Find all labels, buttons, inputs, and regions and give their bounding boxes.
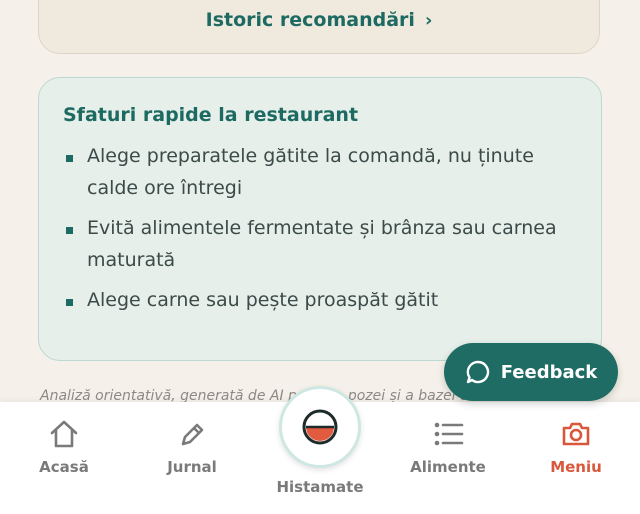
nav-item-home[interactable]: Acasă	[14, 418, 114, 476]
nav-label-journal: Jurnal	[167, 458, 217, 476]
nav-item-journal[interactable]: Jurnal	[142, 418, 242, 476]
bullet-icon	[66, 227, 73, 234]
bullet-icon	[66, 155, 73, 162]
nav-label-histamate: Histamate	[276, 478, 364, 496]
tip-text-line1: Alege carne sau pește proaspăt gătit	[87, 289, 439, 311]
list-item: Evită alimentele fermentate și brânza sa…	[63, 212, 577, 276]
nav-item-menu[interactable]: Meniu	[526, 418, 626, 476]
list-item: Alege carne sau pește proaspăt gătit	[63, 284, 577, 316]
bullet-icon	[66, 299, 73, 306]
nav-label-menu: Meniu	[550, 458, 602, 476]
chevron-right-icon: ›	[424, 9, 433, 31]
home-icon	[50, 420, 78, 448]
camera-icon	[562, 422, 590, 446]
history-card[interactable]: Istoric recomandări ›	[38, 0, 600, 54]
chat-bubble-icon	[466, 360, 489, 384]
nav-label-home: Acasă	[39, 458, 89, 476]
feedback-label: Feedback	[500, 361, 598, 383]
tip-text-line2: maturată	[87, 249, 176, 271]
history-label: Istoric recomandări	[205, 9, 415, 31]
nav-label-foods: Alimente	[410, 458, 486, 476]
tips-list: Alege preparatele gătite la comandă, nu …	[63, 140, 577, 316]
nav-item-foods[interactable]: Alimente	[398, 418, 498, 476]
feedback-button[interactable]: Feedback	[444, 343, 618, 401]
history-link[interactable]: Istoric recomandări ›	[206, 9, 433, 31]
list-item: Alege preparatele gătite la comandă, nu …	[63, 140, 577, 204]
tip-text-line1: Alege preparatele gătite la comandă, nu …	[87, 145, 534, 167]
tip-text-line1: Evită alimentele fermentate și brânza sa…	[87, 217, 557, 239]
pencil-icon	[181, 423, 204, 446]
histamate-button[interactable]	[279, 386, 361, 468]
tips-card: Sfaturi rapide la restaurant Alege prepa…	[38, 77, 602, 361]
tips-title: Sfaturi rapide la restaurant	[63, 104, 359, 126]
histamate-logo-icon	[302, 409, 338, 445]
tip-text-line2: calde ore întregi	[87, 177, 243, 199]
list-icon	[434, 422, 464, 446]
